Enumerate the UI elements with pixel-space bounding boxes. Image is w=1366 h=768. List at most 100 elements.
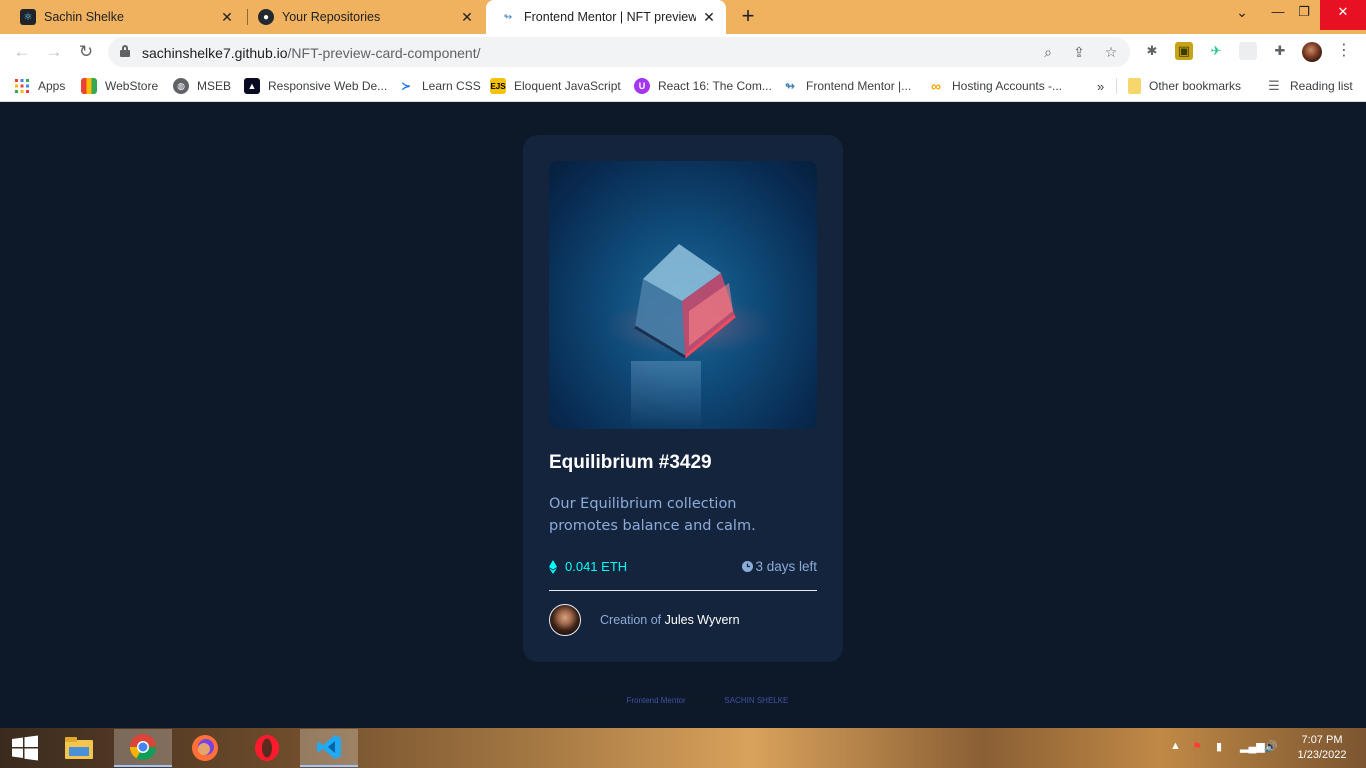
profile-avatar[interactable] (1302, 42, 1322, 62)
apps-grid-icon (14, 78, 30, 94)
firefox-icon[interactable] (176, 729, 234, 767)
freecodecamp-icon: ▲ (244, 78, 260, 94)
bookmark-label: Frontend Mentor |... (806, 79, 912, 93)
attribution: Challenge by Frontend Mentor Coded by SA… (0, 696, 1366, 705)
bookmark-hosting-accounts[interactable]: ∞ Hosting Accounts -... (928, 76, 1062, 96)
reload-button[interactable]: ↻ (76, 42, 96, 62)
bookmark-apps[interactable]: Apps (14, 76, 65, 96)
bookmark-label: Other bookmarks (1149, 79, 1242, 93)
bookmark-responsive-web[interactable]: ▲ Responsive Web De... (244, 76, 387, 96)
folder-icon (1128, 78, 1141, 94)
bookmark-label: Hosting Accounts -... (952, 79, 1063, 93)
close-tab-icon[interactable]: ✕ (702, 10, 716, 24)
bookmark-label: WebStore (105, 79, 159, 93)
close-tab-icon[interactable]: ✕ (220, 10, 234, 24)
taskbar-clock[interactable]: 7:07 PM 1/23/2022 (1290, 733, 1354, 763)
bookmark-label: Eloquent JavaScript (514, 79, 621, 93)
close-window-button[interactable]: ✕ (1320, 0, 1366, 30)
bookmark-divider (1116, 78, 1117, 94)
browser-toolbar: ← → ↻ sachinshelke7.github.io/NFT-previe… (0, 34, 1366, 70)
forward-button[interactable]: → (44, 42, 64, 62)
webstore-icon (81, 78, 97, 94)
url-text[interactable]: sachinshelke7.github.io/NFT-preview-card… (142, 45, 481, 61)
bookmark-eloquent-js[interactable]: EJS Eloquent JavaScript (490, 76, 621, 96)
nft-image[interactable] (549, 161, 817, 429)
price-info: 0.041 ETH (549, 559, 627, 574)
opera-icon[interactable] (238, 729, 296, 767)
bookmark-label: Reading list (1290, 79, 1353, 93)
author-link[interactable]: SACHIN SHELKE (724, 696, 788, 705)
bookmark-webstore[interactable]: WebStore (81, 76, 158, 96)
blank-extension-icon[interactable] (1239, 42, 1257, 60)
tab-search-icon[interactable]: ⌄ (1222, 0, 1262, 30)
creator-avatar (549, 604, 581, 636)
windows-start-icon[interactable] (0, 729, 50, 767)
learn-css-icon: ≻ (400, 79, 412, 93)
infinity-icon: ∞ (931, 78, 941, 94)
bookmark-frontend-mentor[interactable]: ↬ Frontend Mentor |... (782, 76, 911, 96)
chrome-icon[interactable] (114, 729, 172, 767)
frontend-mentor-link[interactable]: Frontend Mentor (627, 696, 686, 705)
back-button[interactable]: ← (12, 42, 32, 62)
creator-name[interactable]: Jules Wyvern (665, 613, 740, 627)
react-icon: ⚛ (20, 9, 36, 25)
ethereum-icon (549, 559, 557, 574)
other-bookmarks[interactable]: Other bookmarks (1128, 76, 1241, 96)
reading-list[interactable]: ☰ Reading list (1266, 76, 1353, 96)
windows-taskbar (0, 728, 1366, 768)
bookmark-label: React 16: The Com... (658, 79, 772, 93)
bookmark-react-16[interactable]: U React 16: The Com... (634, 76, 772, 96)
url-domain: sachinshelke7.github.io (142, 45, 288, 61)
price-value: 0.041 ETH (565, 559, 628, 574)
time-info: 3 days left (742, 559, 817, 574)
url-path: /NFT-preview-card-component/ (287, 45, 481, 61)
restore-button[interactable]: ❐ (1284, 0, 1324, 30)
nft-title[interactable]: Equilibrium #3429 (549, 452, 712, 474)
bookmark-mseb[interactable]: ◍ MSEB (173, 76, 231, 96)
tab-title: Your Repositories (282, 10, 381, 24)
globe-icon: ◍ (173, 78, 189, 94)
time-left-value: 3 days left (755, 559, 817, 574)
coded-text: Coded by (687, 696, 723, 705)
challenge-text: Challenge by (577, 696, 625, 705)
frontend-mentor-icon: ↬ (784, 79, 796, 93)
tab-frontend-mentor[interactable]: ↬ Frontend Mentor | NFT preview c ✕ (486, 0, 726, 34)
share-icon[interactable]: ⇪ (1069, 42, 1089, 62)
cast-extension-icon[interactable]: ▣ (1175, 42, 1193, 60)
ejs-icon: EJS (490, 78, 506, 94)
new-tab-button[interactable]: + (738, 5, 758, 27)
page-content: Equilibrium #3429 Our Equilibrium collec… (0, 103, 1366, 728)
extensions-puzzle-icon[interactable]: ✚ (1271, 42, 1289, 60)
address-bar[interactable]: sachinshelke7.github.io/NFT-preview-card… (108, 37, 1130, 67)
zoom-icon[interactable]: ⌕ (1038, 42, 1058, 62)
tab-strip: ⚛ Sachin Shelke ✕ ● Your Repositories ✕ … (0, 0, 1366, 34)
bug-extension-icon[interactable]: ✱ (1143, 42, 1161, 60)
tab-title: Frontend Mentor | NFT preview c (524, 10, 696, 24)
frontend-mentor-icon: ↬ (503, 11, 513, 23)
clock-date: 1/23/2022 (1297, 749, 1347, 761)
action-center-flag-icon[interactable]: ⚑ (1192, 740, 1202, 753)
bookmark-learn-css[interactable]: ≻ Learn CSS (398, 76, 481, 96)
tab-your-repositories[interactable]: ● Your Repositories ✕ (238, 0, 484, 34)
volume-icon[interactable]: 🔊 (1264, 740, 1278, 753)
lock-icon (120, 45, 130, 57)
tab-sachin-shelke[interactable]: ⚛ Sachin Shelke ✕ (0, 0, 244, 34)
more-bookmarks-button[interactable]: » (1097, 76, 1104, 96)
clock-icon (742, 561, 754, 572)
crystal-cube-illustration (604, 244, 774, 429)
bookmark-star-icon[interactable]: ☆ (1101, 42, 1121, 62)
file-explorer-icon[interactable] (50, 729, 108, 767)
close-tab-icon[interactable]: ✕ (460, 10, 474, 24)
battery-icon[interactable]: ▮ (1216, 740, 1222, 753)
bookmark-label: Learn CSS (422, 79, 481, 93)
network-icon[interactable]: ▂▄▆ (1240, 740, 1265, 753)
vscode-icon[interactable] (300, 729, 358, 767)
nft-description: Our Equilibrium collection promotes bala… (549, 496, 756, 534)
seo-extension-icon[interactable]: ✈ (1207, 42, 1225, 60)
tray-chevron-icon[interactable]: ▲ (1170, 740, 1181, 752)
browser-menu-icon[interactable]: ⋮ (1336, 42, 1352, 62)
bookmarks-bar: Apps WebStore ◍ MSEB ▲ Responsive Web De… (0, 70, 1366, 102)
bookmark-label: Apps (38, 79, 66, 93)
github-icon: ● (258, 9, 274, 25)
creation-line: Creation of Jules Wyvern (600, 613, 740, 627)
